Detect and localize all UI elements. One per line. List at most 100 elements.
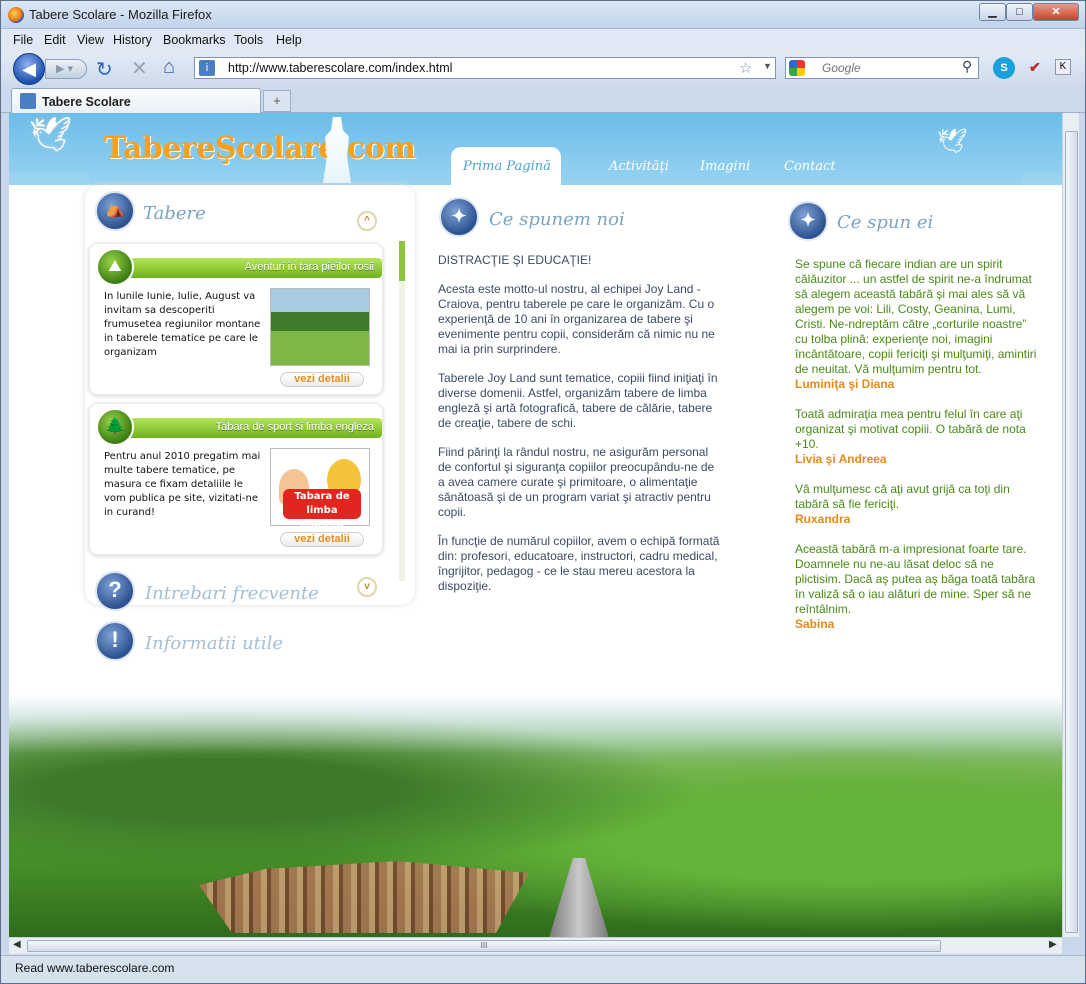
firefox-icon xyxy=(8,7,24,23)
menu-history[interactable]: History xyxy=(113,33,152,47)
card-title: Tabara de sport si limba engleza xyxy=(215,421,374,433)
mountain-icon: ⛰ xyxy=(96,248,134,286)
new-tab-button[interactable]: + xyxy=(263,90,291,112)
site-favicon-icon: i xyxy=(199,60,215,76)
skype-icon[interactable]: S xyxy=(993,57,1015,79)
tabere-panel: ⛺ Tabere ^ ⛰ Aventuri in tara pieilor ro… xyxy=(85,185,415,605)
stop-icon[interactable]: ✕ xyxy=(131,56,148,81)
tab-favicon-icon xyxy=(20,93,36,109)
tab-title: Tabere Scolare xyxy=(42,95,131,109)
scroll-right-icon[interactable]: ▶ xyxy=(1049,939,1057,950)
url-dropdown-icon[interactable]: ▼ xyxy=(763,61,772,71)
navigation-toolbar: ▶ ▾ ◀ ↻ ✕ ⌂ i http://www.taberescolare.c… xyxy=(1,51,1085,85)
menu-help[interactable]: Help xyxy=(276,33,302,47)
testimonial-author: Livia şi Andreea xyxy=(795,452,887,466)
menu-bar: File Edit View History Bookmarks Tools H… xyxy=(1,29,1085,51)
panel-scrollbar-thumb[interactable] xyxy=(399,241,405,281)
testimonial: Această tabără m-a impresionat foarte ta… xyxy=(795,542,1039,632)
nav-activitati[interactable]: Activităţi xyxy=(609,159,669,174)
url-text[interactable]: http://www.taberescolare.com/index.html xyxy=(228,61,452,75)
reload-icon[interactable]: ↻ xyxy=(96,57,113,82)
menu-file[interactable]: File xyxy=(13,33,33,47)
search-icon[interactable]: ⚲ xyxy=(962,58,972,75)
vertical-scrollbar-thumb[interactable] xyxy=(1065,131,1078,933)
card-title: Aventuri in tara pieilor rosii xyxy=(244,261,374,273)
testimonial-author: Sabina xyxy=(795,617,835,631)
vezi-detalii-button[interactable]: vezi detalii xyxy=(280,372,364,387)
browser-window: Tabere Scolare - Mozilla Firefox ▁ □ ✕ F… xyxy=(0,0,1086,984)
testimonial-author: Luminiţa şi Diana xyxy=(795,377,895,391)
search-box[interactable]: ⚲ xyxy=(785,57,979,79)
info-icon[interactable]: ! xyxy=(95,621,135,661)
camp-card: ⛰ Aventuri in tara pieilor rosii In luni… xyxy=(89,243,383,395)
site-logo[interactable]: TabereŞcolare.com xyxy=(104,131,416,166)
card-photo[interactable] xyxy=(270,288,370,366)
about-paragraph: Taberele Joy Land sunt tematice, copiii … xyxy=(438,371,718,430)
maximize-button[interactable]: □ xyxy=(1006,3,1033,21)
back-button[interactable]: ◀ xyxy=(13,53,45,85)
testimonial: Toată admiraţia mea pentru felul în care… xyxy=(795,407,1039,467)
home-icon[interactable]: ⌂ xyxy=(163,56,175,79)
menu-edit[interactable]: Edit xyxy=(44,33,66,47)
status-text: Read www.taberescolare.com xyxy=(15,961,175,975)
about-text: DISTRACŢIE ŞI EDUCAŢIE! Acesta este mott… xyxy=(438,253,724,608)
scroll-left-icon[interactable]: ◀ xyxy=(13,939,21,950)
nav-contact[interactable]: Contact xyxy=(784,159,836,174)
dove-icon: 🕊 xyxy=(937,128,968,155)
photo-caption: Tabara de limba engleza xyxy=(283,489,361,530)
info-link[interactable]: Informatii utile xyxy=(145,633,283,654)
scroll-up-button[interactable]: ^ xyxy=(357,211,377,231)
menu-tools[interactable]: Tools xyxy=(234,33,263,47)
card-text: Pentru anul 2010 pregatim mai multe tabe… xyxy=(104,451,261,518)
faq-link[interactable]: Intrebari frecvente xyxy=(145,583,319,604)
tent-icon: ⛺ xyxy=(95,191,135,231)
minimize-button[interactable]: ▁ xyxy=(979,3,1006,21)
card-photo[interactable]: Tabara de limba engleza xyxy=(270,448,370,530)
landscape-image xyxy=(9,693,1062,937)
compass-icon: ✦ xyxy=(788,201,828,241)
status-bar: Read www.taberescolare.com xyxy=(1,955,1085,983)
ce-spun-ei-title: Ce spun ei xyxy=(837,212,934,233)
testimonials: Se spune că fiecare indian are un spirit… xyxy=(795,257,1039,647)
horizontal-scrollbar-thumb[interactable]: III xyxy=(27,940,941,952)
about-paragraph: În funcţie de numărul copiilor, avem o e… xyxy=(438,534,720,593)
question-icon[interactable]: ? xyxy=(95,571,135,611)
testimonial-text: Vă mulţumesc că aţi avut grijă ca toţi d… xyxy=(795,482,1010,511)
nav-prima-pagina[interactable]: Prima Pagină xyxy=(463,159,551,174)
url-bar[interactable]: i http://www.taberescolare.com/index.htm… xyxy=(194,57,776,79)
window-title: Tabere Scolare - Mozilla Firefox xyxy=(29,7,212,22)
google-engine-icon[interactable] xyxy=(789,60,805,76)
tab-strip: Tabere Scolare + xyxy=(1,85,1085,113)
about-paragraph: Fiind părinţi la rândul nostru, ne asigu… xyxy=(438,445,715,519)
menu-view[interactable]: View xyxy=(77,33,104,47)
testimonial-text: Toată admiraţia mea pentru felul în care… xyxy=(795,407,1026,451)
scroll-down-button[interactable]: v xyxy=(357,577,377,597)
search-input[interactable] xyxy=(822,61,962,75)
tab-tabere-scolare[interactable]: Tabere Scolare xyxy=(11,88,261,113)
tabere-title: Tabere xyxy=(143,203,206,224)
compass-icon: ✦ xyxy=(439,197,479,237)
dove-icon: 🕊 xyxy=(29,116,73,154)
menu-bookmarks[interactable]: Bookmarks xyxy=(163,33,226,47)
camp-card: 🌲 Tabara de sport si limba engleza Pentr… xyxy=(89,403,383,555)
testimonial-author: Ruxandra xyxy=(795,512,851,526)
vertical-scrollbar[interactable] xyxy=(1062,113,1079,937)
horizontal-scrollbar[interactable]: ◀ III ▶ xyxy=(9,937,1062,954)
about-paragraph: Acesta este motto-ul nostru, al echipei … xyxy=(438,282,715,356)
tree-icon: 🌲 xyxy=(96,408,134,446)
title-bar: Tabere Scolare - Mozilla Firefox ▁ □ ✕ xyxy=(1,1,1085,29)
kaspersky-icon[interactable]: ✔ xyxy=(1029,59,1041,76)
about-heading: DISTRACŢIE ŞI EDUCAŢIE! xyxy=(438,253,592,267)
testimonial: Se spune că fiecare indian are un spirit… xyxy=(795,257,1039,392)
panel-scrollbar-track[interactable] xyxy=(399,241,405,581)
card-text: In lunile Iunie, Iulie, August va invita… xyxy=(104,291,261,358)
vezi-detalii-button[interactable]: vezi detalii xyxy=(280,532,364,547)
nav-imagini[interactable]: Imagini xyxy=(700,159,750,174)
testimonial-text: Se spune că fiecare indian are un spirit… xyxy=(795,257,1037,376)
ce-spunem-noi-title: Ce spunem noi xyxy=(489,209,625,230)
testimonial-text: Această tabără m-a impresionat foarte ta… xyxy=(795,542,1036,616)
k-addon-icon[interactable]: K xyxy=(1055,59,1071,75)
close-button[interactable]: ✕ xyxy=(1033,3,1079,21)
bookmark-star-icon[interactable]: ☆ xyxy=(739,59,752,77)
forward-button[interactable]: ▶ ▾ xyxy=(45,59,87,79)
